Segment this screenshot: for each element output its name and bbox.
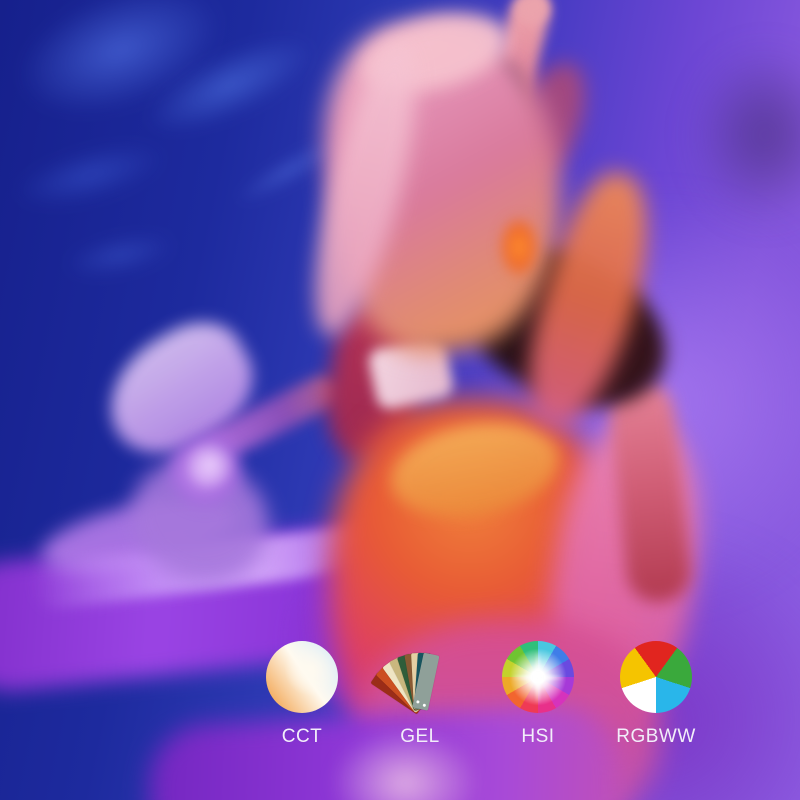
hero-photo: CCT GEL HSI [0, 0, 800, 800]
feature-label-rgbww: RGBWW [596, 726, 716, 748]
glow-ray [536, 650, 541, 704]
shimmer-highlight [185, 440, 235, 490]
hsi-center-glow [502, 641, 574, 713]
hsi-color-wheel-icon [502, 641, 574, 713]
feature-cct: CCT [242, 641, 362, 748]
orange-light-spot [498, 215, 540, 279]
rgbww-mix-icon [620, 641, 692, 713]
gel-fan [384, 641, 456, 713]
feature-hsi: HSI [478, 641, 598, 748]
feature-label-hsi: HSI [478, 726, 598, 748]
feature-gel: GEL [360, 641, 480, 748]
feature-label-gel: GEL [360, 726, 480, 748]
feature-rgbww: RGBWW [596, 641, 716, 748]
cct-color-temperature-icon [266, 641, 338, 713]
gel-swatch-fan-icon [384, 641, 456, 713]
feature-label-cct: CCT [242, 726, 362, 748]
